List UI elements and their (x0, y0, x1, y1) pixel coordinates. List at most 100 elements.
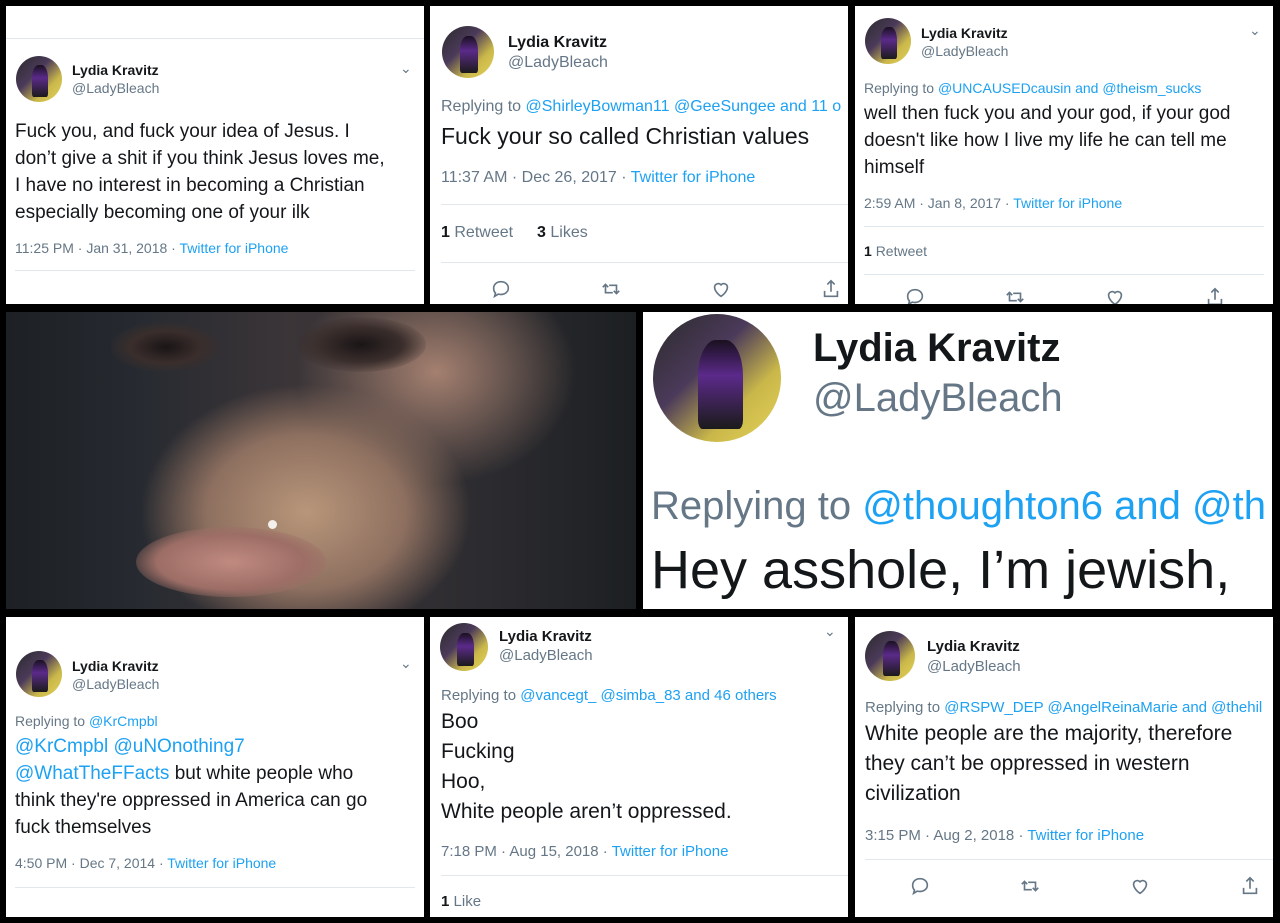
replying-to: Replying to @KrCmpbl (15, 713, 158, 729)
chevron-down-icon[interactable]: ⌄ (824, 623, 836, 640)
avatar[interactable] (865, 631, 915, 681)
mention-line-2[interactable]: @WhatTheFFacts (15, 763, 169, 784)
replying-to: Replying to @UNCAUSEDcausin and @theism_… (864, 80, 1201, 96)
replying-to: Replying to @thoughton6 and @th (651, 484, 1266, 529)
like-icon[interactable] (1129, 875, 1151, 902)
display-name[interactable]: Lydia Kravitz (72, 62, 159, 78)
chevron-down-icon[interactable]: ⌄ (400, 60, 412, 77)
share-icon[interactable] (1204, 286, 1226, 304)
tweet-source[interactable]: Twitter for iPhone (167, 855, 276, 871)
replying-to: Replying to @RSPW_DEP @AngelReinaMarie a… (865, 699, 1262, 716)
display-name[interactable]: Lydia Kravitz (508, 34, 607, 52)
user-handle[interactable]: @LadyBleach (921, 43, 1008, 59)
reply-mentions[interactable]: @ShirleyBowman11 @GeeSungee and 11 o (526, 98, 842, 115)
retweet-icon[interactable] (600, 278, 622, 304)
like-count[interactable]: 1 Like (441, 893, 481, 910)
divider (865, 859, 1273, 860)
divider (15, 270, 415, 271)
divider (441, 875, 848, 876)
avatar[interactable] (16, 56, 62, 102)
display-name[interactable]: Lydia Kravitz (499, 628, 592, 645)
tweet-source[interactable]: Twitter for iPhone (180, 240, 289, 256)
replying-to-label: Replying to (651, 484, 863, 528)
share-icon[interactable] (820, 278, 842, 304)
tweet-text: Hey asshole, I’m jewish, (651, 540, 1231, 600)
retweet-icon[interactable] (1019, 875, 1041, 902)
tweet-meta: 11:25 PM · Jan 31, 2018 · Twitter for iP… (15, 240, 289, 256)
lip-piercing (268, 520, 277, 529)
tweet-time: 11:37 AM · Dec 26, 2017 (441, 169, 617, 186)
tweet-card-5: Lydia Kravitz @LadyBleach ⌄ Replying to … (6, 617, 424, 917)
display-name[interactable]: Lydia Kravitz (921, 25, 1008, 41)
tweet-text: Boo Fucking Hoo, White people aren’t opp… (441, 710, 732, 823)
replying-to-label: Replying to (865, 699, 945, 716)
tweet-meta: 2:59 AM · Jan 8, 2017 · Twitter for iPho… (864, 195, 1123, 211)
tweet-source[interactable]: Twitter for iPhone (612, 843, 729, 860)
reply-icon[interactable] (909, 875, 931, 902)
tweet-text: White people are the majority, therefore… (865, 722, 1233, 805)
tweet-time: 7:18 PM · Aug 15, 2018 (441, 843, 599, 860)
tweet-source[interactable]: Twitter for iPhone (1013, 195, 1122, 211)
replying-to: Replying to @vancegt_ @simba_83 and 46 o… (441, 687, 777, 704)
reply-icon[interactable] (490, 278, 512, 304)
tweet-time: 4:50 PM · Dec 7, 2014 (15, 855, 156, 871)
divider (864, 274, 1264, 275)
tweet-card-1: Lydia Kravitz @LadyBleach ⌄ Fuck you, an… (6, 6, 424, 304)
tweet-card-6: Lydia Kravitz @LadyBleach ⌄ Replying to … (430, 617, 848, 917)
tweet-meta: 3:15 PM · Aug 2, 2018 · Twitter for iPho… (865, 827, 1145, 844)
eye-left (111, 322, 221, 372)
reply-mentions[interactable]: @RSPW_DEP @AngelReinaMarie and @thehil (944, 699, 1262, 716)
retweet-icon[interactable] (1004, 286, 1026, 304)
tweet-time: 11:25 PM · Jan 31, 2018 (15, 240, 168, 256)
replying-to: Replying to @ShirleyBowman11 @GeeSungee … (441, 98, 841, 116)
replying-to-label: Replying to (441, 687, 521, 704)
tweet-meta: 7:18 PM · Aug 15, 2018 · Twitter for iPh… (441, 843, 729, 860)
tweet-source[interactable]: Twitter for iPhone (631, 169, 756, 186)
mention-line-1[interactable]: @KrCmpbl @uNOnothing7 (15, 736, 245, 757)
avatar[interactable] (440, 623, 488, 671)
tweet-text: well then fuck you and your god, if your… (864, 103, 1231, 178)
reply-mentions[interactable]: @KrCmpbl (89, 713, 158, 729)
lips (136, 527, 326, 597)
user-handle[interactable]: @LadyBleach (72, 676, 159, 692)
avatar[interactable] (16, 651, 62, 697)
reply-mentions[interactable]: @thoughton6 and @th (862, 484, 1266, 528)
user-handle[interactable]: @LadyBleach (499, 647, 593, 664)
like-count[interactable]: 3 Likes (537, 224, 588, 242)
divider (15, 887, 415, 888)
display-name[interactable]: Lydia Kravitz (72, 658, 159, 674)
chevron-down-icon[interactable]: ⌄ (1249, 22, 1261, 39)
avatar[interactable] (442, 26, 494, 78)
action-bar (446, 278, 848, 304)
reply-mentions[interactable]: @UNCAUSEDcausin and @theism_sucks (938, 80, 1201, 96)
retweet-count[interactable]: 1 Retweet (864, 243, 927, 259)
tweet-card-2: Lydia Kravitz @LadyBleach Replying to @S… (430, 6, 848, 304)
reply-icon[interactable] (904, 286, 926, 304)
share-icon[interactable] (1239, 875, 1261, 902)
tweet-text: Fuck your so called Christian values (441, 123, 810, 149)
user-handle[interactable]: @LadyBleach (927, 658, 1021, 675)
avatar[interactable] (865, 18, 911, 64)
tweet-card-3: Lydia Kravitz @LadyBleach ⌄ Replying to … (855, 6, 1273, 304)
action-bar (865, 875, 1273, 902)
like-icon[interactable] (710, 278, 732, 304)
display-name[interactable]: Lydia Kravitz (927, 638, 1020, 655)
tweet-text-start: but white people who (169, 763, 354, 784)
eye-right (296, 317, 426, 372)
divider (864, 226, 1264, 227)
tweet-meta: 4:50 PM · Dec 7, 2014 · Twitter for iPho… (15, 855, 277, 871)
avatar[interactable] (653, 314, 781, 442)
user-handle[interactable]: @LadyBleach (813, 376, 1063, 421)
tweet-time: 2:59 AM · Jan 8, 2017 (864, 195, 1001, 211)
reply-mentions[interactable]: @vancegt_ @simba_83 and 46 others (520, 687, 776, 704)
display-name[interactable]: Lydia Kravitz (813, 326, 1060, 371)
user-handle[interactable]: @LadyBleach (508, 54, 608, 72)
user-handle[interactable]: @LadyBleach (72, 80, 159, 96)
tweet-card-7: Lydia Kravitz @LadyBleach Replying to @R… (855, 617, 1273, 917)
chevron-down-icon[interactable]: ⌄ (400, 655, 412, 672)
replying-to-label: Replying to (15, 713, 89, 729)
like-icon[interactable] (1104, 286, 1126, 304)
divider (441, 204, 848, 205)
tweet-source[interactable]: Twitter for iPhone (1027, 827, 1144, 844)
retweet-count[interactable]: 1 Retweet (441, 224, 513, 242)
